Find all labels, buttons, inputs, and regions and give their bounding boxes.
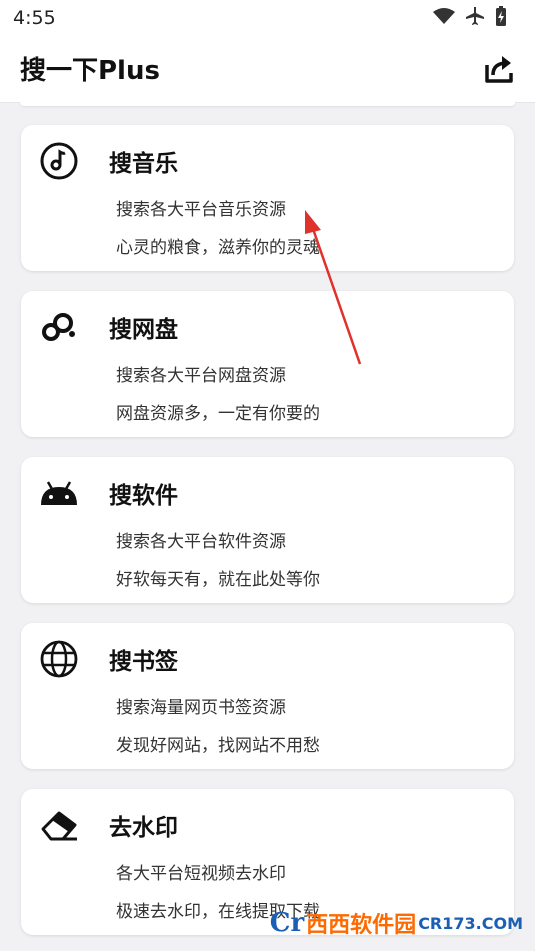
music-note-icon [39,141,79,181]
card-search-music[interactable]: 搜音乐 搜索各大平台音乐资源 心灵的粮食，滋养你的灵魂 [21,125,514,271]
share-icon [485,56,513,83]
card-slogan: 心灵的粮食，滋养你的灵魂 [116,238,320,258]
cloud-disk-icon [39,307,79,347]
card-search-software[interactable]: 搜软件 搜索各大平台软件资源 好软每天有，就在此处等你 [21,457,514,603]
airplane-icon [465,6,485,26]
status-time: 4:55 [13,7,56,29]
card-description: 搜索海量网页书签资源 [116,698,286,718]
watermark-sub-text: CR173.COM [418,913,523,933]
android-icon [39,473,79,513]
card-title: 搜音乐 [109,151,178,177]
site-watermark: Cr 西西软件园 CR173.COM [270,907,523,939]
card-title: 搜网盘 [109,317,178,343]
card-title: 搜书签 [109,649,178,675]
status-icons [433,6,507,26]
app-title: 搜一下Plus [20,56,160,86]
share-button[interactable] [481,51,517,87]
card-description: 搜索各大平台音乐资源 [116,200,286,220]
battery-icon [495,6,507,26]
status-bar: 4:55 [0,0,535,36]
card-slogan: 网盘资源多，一定有你要的 [116,404,320,424]
watermark-main-text: 西西软件园 [306,913,417,938]
card-search-cloud-disk[interactable]: 搜网盘 搜索各大平台网盘资源 网盘资源多，一定有你要的 [21,291,514,437]
card-description: 搜索各大平台网盘资源 [116,366,286,386]
card-description: 搜索各大平台软件资源 [116,532,286,552]
card-search-bookmarks[interactable]: 搜书签 搜索海量网页书签资源 发现好网站，找网站不用愁 [21,623,514,769]
card-slogan: 发现好网站，找网站不用愁 [116,736,320,756]
watermark-logo-icon: Cr [269,908,305,938]
eraser-icon [39,805,79,845]
previous-card-edge [20,102,515,106]
wifi-icon [433,7,455,25]
card-title: 去水印 [109,815,178,841]
card-description: 各大平台短视频去水印 [116,864,286,884]
card-slogan: 好软每天有，就在此处等你 [116,570,320,590]
globe-icon [39,639,79,679]
app-bar: 搜一下Plus [0,36,535,103]
card-title: 搜软件 [109,483,178,509]
